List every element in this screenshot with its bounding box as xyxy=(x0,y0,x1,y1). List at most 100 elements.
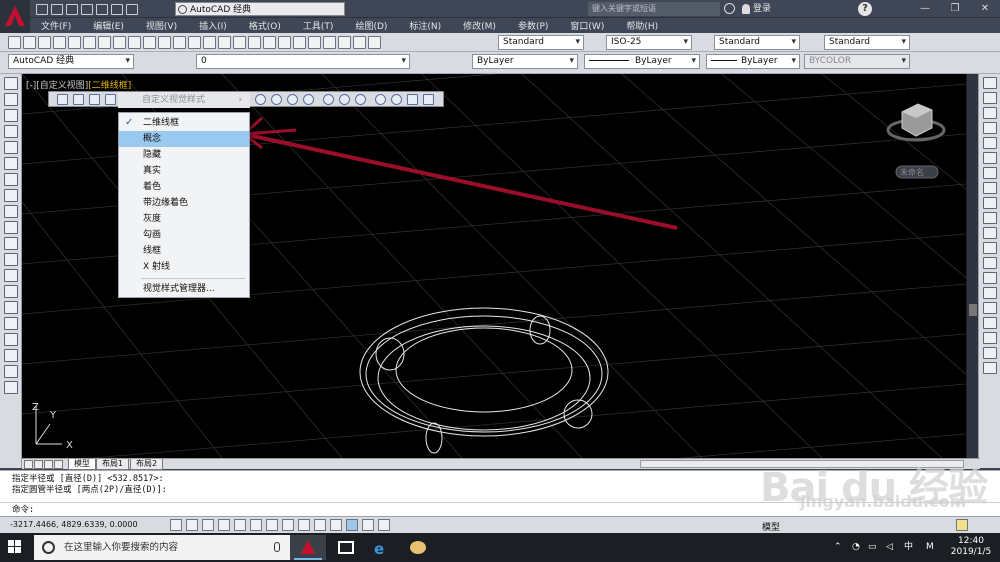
stretch-icon[interactable] xyxy=(983,197,997,209)
help-search-input[interactable]: 键入关键字或短语 xyxy=(588,2,720,16)
taskbar-search[interactable]: 在这里输入你要搜索的内容 xyxy=(34,535,290,560)
save-as-icon[interactable] xyxy=(81,3,93,15)
erase-icon[interactable] xyxy=(983,77,997,89)
match-prop-icon[interactable] xyxy=(158,36,171,49)
otrack-icon[interactable] xyxy=(282,519,294,531)
polar-icon[interactable] xyxy=(234,519,246,531)
zoom-window-icon[interactable] xyxy=(248,36,261,49)
cylinder-icon[interactable] xyxy=(73,94,84,105)
menu-help[interactable]: 帮助(H) xyxy=(615,19,669,32)
menu-parametric[interactable]: 参数(P) xyxy=(507,19,559,32)
close-button[interactable]: ✕ xyxy=(970,0,1000,17)
markup-icon[interactable] xyxy=(338,36,351,49)
paste-icon[interactable] xyxy=(143,36,156,49)
taskbar-paint-icon[interactable] xyxy=(400,535,436,560)
osnap-icon[interactable] xyxy=(250,519,262,531)
region-icon[interactable] xyxy=(4,333,18,346)
menu-file[interactable]: 文件(F) xyxy=(30,19,82,32)
custom-visual-style-menu[interactable]: 自定义视觉样式 xyxy=(118,92,250,108)
properties-icon[interactable] xyxy=(278,36,291,49)
open-file-icon[interactable] xyxy=(51,3,63,15)
zoom-previous-icon[interactable] xyxy=(263,36,276,49)
scale-icon[interactable] xyxy=(983,182,997,194)
taskbar-edge-icon[interactable]: e xyxy=(364,535,400,560)
new-icon[interactable] xyxy=(8,36,21,49)
copy-icon[interactable] xyxy=(128,36,141,49)
lights-icon[interactable] xyxy=(407,94,418,105)
plot-icon[interactable] xyxy=(53,36,66,49)
menu-tools[interactable]: 工具(T) xyxy=(292,19,345,32)
blend-icon[interactable] xyxy=(983,302,997,314)
3d-osnap-icon[interactable] xyxy=(266,519,278,531)
taskbar-autocad-icon[interactable] xyxy=(290,535,326,560)
make-block-icon[interactable] xyxy=(4,269,18,282)
tray-people-icon[interactable]: ⌃ xyxy=(834,533,842,562)
menu-edit[interactable]: 编辑(E) xyxy=(82,19,135,32)
save-icon[interactable] xyxy=(66,3,78,15)
model-space-toggle[interactable]: 模型 xyxy=(762,520,780,533)
menu-item-shaded-edges[interactable]: 带边缘着色 xyxy=(119,195,249,211)
layer-tool-icon[interactable] xyxy=(983,347,997,359)
sc-icon[interactable] xyxy=(378,519,390,531)
next-tab-icon[interactable] xyxy=(44,460,53,469)
sheet-set-icon[interactable] xyxy=(323,36,336,49)
menu-modify[interactable]: 修改(M) xyxy=(452,19,507,32)
hatch-icon[interactable] xyxy=(4,301,18,314)
menu-item-conceptual[interactable]: 概念 xyxy=(119,131,249,147)
arc-icon[interactable] xyxy=(4,157,18,170)
line-icon[interactable] xyxy=(4,77,18,90)
point-icon[interactable] xyxy=(4,285,18,298)
camera-icon[interactable] xyxy=(303,94,314,105)
workspace-select[interactable]: AutoCAD 经典 xyxy=(8,54,134,69)
menu-item-xray[interactable]: X 射线 xyxy=(119,259,249,275)
offset-icon[interactable] xyxy=(983,122,997,134)
search-icon[interactable] xyxy=(724,3,735,14)
3d-print-icon[interactable] xyxy=(98,36,111,49)
zoom-realtime-icon[interactable] xyxy=(233,36,246,49)
taskbar-clock[interactable]: 12:40 2019/1/5 xyxy=(948,536,994,558)
spline-icon[interactable] xyxy=(4,205,18,218)
ducs-icon[interactable] xyxy=(298,519,310,531)
ime-indicator[interactable]: 中 xyxy=(904,533,913,562)
tab-layout1[interactable]: 布局1 xyxy=(96,459,130,470)
construction-line-icon[interactable] xyxy=(4,93,18,106)
print-icon[interactable] xyxy=(96,3,108,15)
text-tool-icon[interactable] xyxy=(983,362,997,374)
menu-item-hidden[interactable]: 隐藏 xyxy=(119,147,249,163)
array-icon[interactable] xyxy=(983,137,997,149)
revcloud-icon[interactable] xyxy=(4,189,18,202)
gradient-icon[interactable] xyxy=(4,317,18,330)
text-style-select[interactable]: Standard xyxy=(498,35,584,50)
visual-style-control[interactable]: [二维线框] xyxy=(88,81,131,91)
polyline-icon[interactable] xyxy=(4,109,18,122)
extend-icon[interactable] xyxy=(983,227,997,239)
grid-icon[interactable] xyxy=(202,519,214,531)
undo-icon[interactable] xyxy=(188,36,201,49)
orbit-icon[interactable] xyxy=(255,94,266,105)
app-menu-button[interactable] xyxy=(0,0,30,33)
menu-window[interactable]: 窗口(W) xyxy=(559,19,615,32)
sun-icon[interactable] xyxy=(423,94,434,105)
cone-icon[interactable] xyxy=(105,94,116,105)
ime-mode-indicator[interactable]: M xyxy=(926,533,934,562)
microphone-icon[interactable] xyxy=(274,542,280,552)
fly-icon[interactable] xyxy=(339,94,350,105)
vertical-scrollbar[interactable] xyxy=(966,74,978,458)
minimize-button[interactable]: — xyxy=(910,0,940,17)
pan-icon[interactable] xyxy=(218,36,231,49)
workspace-switcher[interactable]: AutoCAD 经典 xyxy=(175,2,345,16)
gizmo-icon[interactable] xyxy=(983,332,997,344)
chamfer-icon[interactable] xyxy=(983,272,997,284)
menu-draw[interactable]: 绘图(D) xyxy=(344,19,398,32)
render-icon[interactable] xyxy=(375,94,386,105)
linetype-select[interactable]: ByLayer xyxy=(584,54,700,69)
ellipse-arc-icon[interactable] xyxy=(4,237,18,250)
explode-icon[interactable] xyxy=(983,317,997,329)
preview-icon[interactable] xyxy=(68,36,81,49)
help-button[interactable]: ? xyxy=(858,2,872,16)
menu-format[interactable]: 格式(O) xyxy=(238,19,292,32)
polygon-icon[interactable] xyxy=(4,125,18,138)
snap-icon[interactable] xyxy=(186,519,198,531)
menu-insert[interactable]: 插入(I) xyxy=(188,19,238,32)
mirror-icon[interactable] xyxy=(983,107,997,119)
